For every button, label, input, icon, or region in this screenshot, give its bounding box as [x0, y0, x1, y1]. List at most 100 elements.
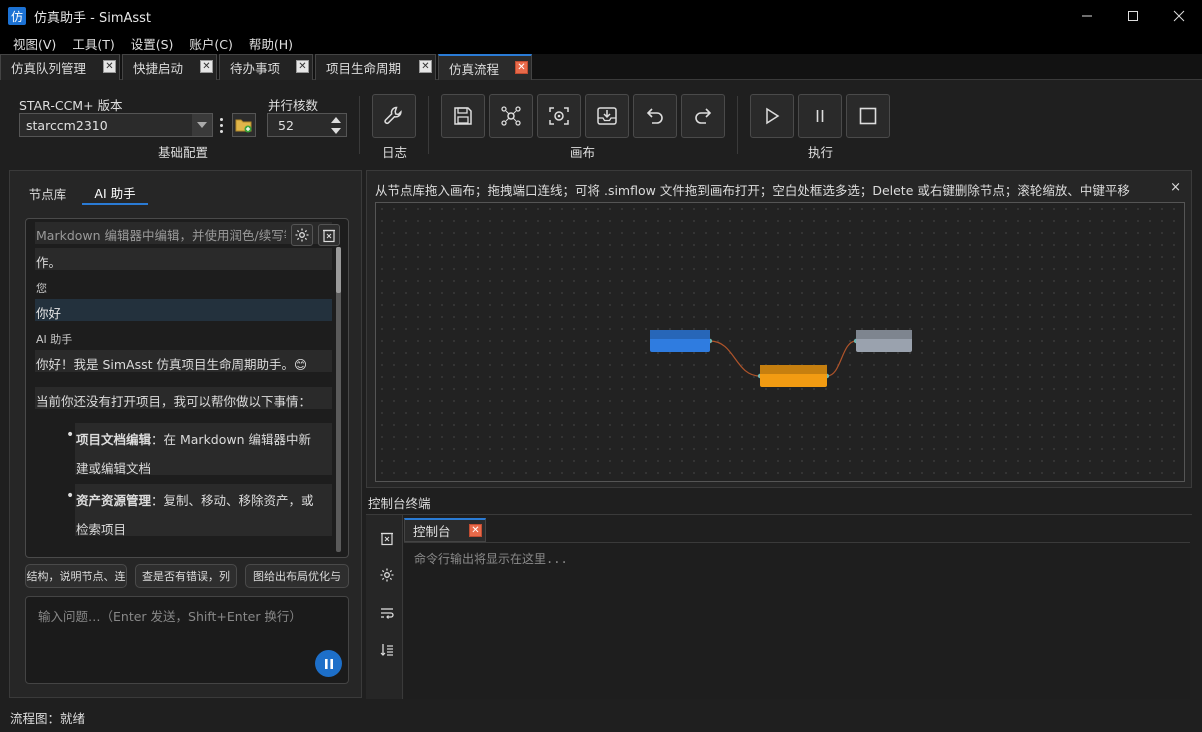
- tab-project-lifecycle[interactable]: 项目生命周期 ✕: [315, 54, 436, 80]
- redo-icon: [695, 108, 712, 124]
- inbox-import-icon: [597, 107, 617, 125]
- redo-button[interactable]: [681, 94, 725, 138]
- bullet-icon: •: [66, 488, 75, 504]
- app-icon: 仿: [8, 7, 26, 25]
- flow-node[interactable]: [650, 330, 710, 352]
- undo-icon: [646, 108, 663, 124]
- maximize-button[interactable]: [1110, 0, 1156, 32]
- cores-value: 52: [278, 117, 294, 133]
- suggestion-chip[interactable]: 查是否有错误，列: [135, 564, 237, 588]
- word-wrap-icon[interactable]: [378, 604, 396, 622]
- more-options-icon[interactable]: [216, 113, 226, 137]
- menu-view[interactable]: 视图(V): [5, 34, 64, 53]
- chat-input-box: [25, 596, 349, 684]
- minimize-button[interactable]: [1064, 0, 1110, 32]
- tab-close-icon[interactable]: ✕: [296, 60, 309, 73]
- chat-scrollbar-thumb[interactable]: [336, 247, 341, 293]
- version-select[interactable]: starccm2310: [19, 113, 213, 137]
- spin-down-icon[interactable]: [326, 125, 346, 136]
- list-item-continuation: 检索项目: [76, 522, 127, 537]
- status-text: 流程图：就绪: [10, 711, 86, 726]
- tab-close-icon[interactable]: ✕: [469, 524, 482, 537]
- user-label: 您: [36, 282, 47, 295]
- menu-account[interactable]: 账户(C): [181, 34, 240, 53]
- window-title: 仿真助手 - SimAsst: [34, 10, 152, 26]
- suggestion-chip[interactable]: 图给出布局优化与: [245, 564, 349, 588]
- clear-icon: [323, 229, 335, 243]
- tab-sim-queue[interactable]: 仿真队列管理 ✕: [0, 54, 120, 80]
- stop-icon: [859, 107, 877, 125]
- stop-generation-button[interactable]: [315, 650, 342, 677]
- console-placeholder: 命令行输出将显示在这里...: [414, 552, 568, 566]
- divider: [359, 96, 360, 154]
- tab-ai-assistant[interactable]: AI 助手: [82, 181, 148, 205]
- flow-edges: [707, 338, 859, 379]
- save-button[interactable]: [441, 94, 485, 138]
- tab-todo[interactable]: 待办事项 ✕: [219, 54, 313, 80]
- run-button[interactable]: [750, 94, 794, 138]
- canvas-hint: 从节点库拖入画布；拖拽端口连线；可将 .simflow 文件拖到画布打开；空白处…: [375, 183, 1130, 198]
- console-sidebar: [366, 515, 403, 699]
- version-label: STAR-CCM+ 版本: [19, 98, 123, 113]
- group-basic-label: 基础配置: [158, 145, 209, 160]
- flow-canvas[interactable]: [375, 202, 1185, 482]
- chevron-down-icon[interactable]: [192, 114, 212, 136]
- maximize-icon: [1128, 11, 1138, 21]
- node-header: [650, 330, 710, 339]
- clear-chat-button[interactable]: [318, 224, 340, 246]
- tab-console[interactable]: 控制台 ✕: [404, 518, 486, 542]
- menu-tools[interactable]: 工具(T): [64, 34, 122, 53]
- list-item-continuation: 建或编辑文档: [76, 461, 152, 476]
- tab-close-icon[interactable]: ✕: [103, 60, 116, 73]
- spin-up-icon[interactable]: [326, 114, 346, 125]
- import-button[interactable]: [585, 94, 629, 138]
- minimize-icon: [1082, 15, 1092, 17]
- ai-message: 当前你还没有打开项目，我可以帮你做以下事情：: [36, 394, 312, 409]
- bullet-icon: •: [66, 427, 75, 443]
- stop-button[interactable]: [846, 94, 890, 138]
- network-icon: [501, 106, 521, 126]
- node-header: [760, 365, 827, 374]
- wrench-icon: [384, 106, 402, 125]
- flow-node[interactable]: [760, 365, 827, 387]
- divider: [737, 96, 738, 154]
- screenshot-icon: [549, 107, 569, 125]
- tab-close-icon[interactable]: ✕: [200, 60, 213, 73]
- chat-settings-button[interactable]: [291, 224, 313, 246]
- close-icon: [1173, 10, 1185, 22]
- cores-spinbox[interactable]: 52: [267, 113, 347, 137]
- pause-button[interactable]: [798, 94, 842, 138]
- menu-help[interactable]: 帮助(H): [241, 34, 301, 53]
- tab-close-icon[interactable]: ✕: [515, 61, 528, 74]
- console-output[interactable]: 命令行输出将显示在这里...: [404, 542, 1190, 699]
- suggestion-chip[interactable]: 结构，说明节点、连: [25, 564, 127, 588]
- play-icon: [766, 107, 780, 125]
- close-window-button[interactable]: [1156, 0, 1202, 32]
- fit-view-button[interactable]: [537, 94, 581, 138]
- tab-sim-flow[interactable]: 仿真流程 ✕: [438, 54, 532, 80]
- list-item: 资产资源管理：复制、移动、移除资产，或: [76, 493, 314, 508]
- undo-button[interactable]: [633, 94, 677, 138]
- divider: [428, 96, 429, 154]
- console-settings-icon[interactable]: [378, 566, 396, 584]
- tab-quick-launch[interactable]: 快捷启动 ✕: [122, 54, 217, 80]
- left-panel: 节点库 AI 助手 Markdown 编辑器中编辑，并使用润色/续写等快捷操 作…: [9, 170, 362, 698]
- flow-edge: [826, 340, 857, 377]
- menu-settings[interactable]: 设置(S): [123, 34, 182, 53]
- chat-message-text: Markdown 编辑器中编辑，并使用润色/续写等快捷操: [36, 228, 286, 243]
- tab-close-icon[interactable]: ✕: [419, 60, 432, 73]
- scroll-to-end-icon[interactable]: [378, 641, 396, 659]
- chat-input[interactable]: [26, 597, 348, 683]
- console-panel: 控制台 ✕ 命令行输出将显示在这里...: [366, 514, 1192, 699]
- node-header: [856, 330, 912, 339]
- layout-nodes-button[interactable]: [489, 94, 533, 138]
- document-tabs: 仿真队列管理 ✕ 快捷启动 ✕ 待办事项 ✕ 项目生命周期 ✕ 仿真流程 ✕: [0, 54, 1202, 80]
- flow-node[interactable]: [856, 330, 912, 352]
- clear-console-icon[interactable]: [378, 529, 396, 547]
- open-folder-button[interactable]: [232, 113, 256, 137]
- log-button[interactable]: [372, 94, 416, 138]
- hint-close-icon[interactable]: ×: [1170, 180, 1181, 195]
- group-canvas-label: 画布: [570, 145, 596, 160]
- tab-node-library[interactable]: 节点库: [20, 181, 75, 205]
- cores-label: 并行核数: [268, 98, 319, 113]
